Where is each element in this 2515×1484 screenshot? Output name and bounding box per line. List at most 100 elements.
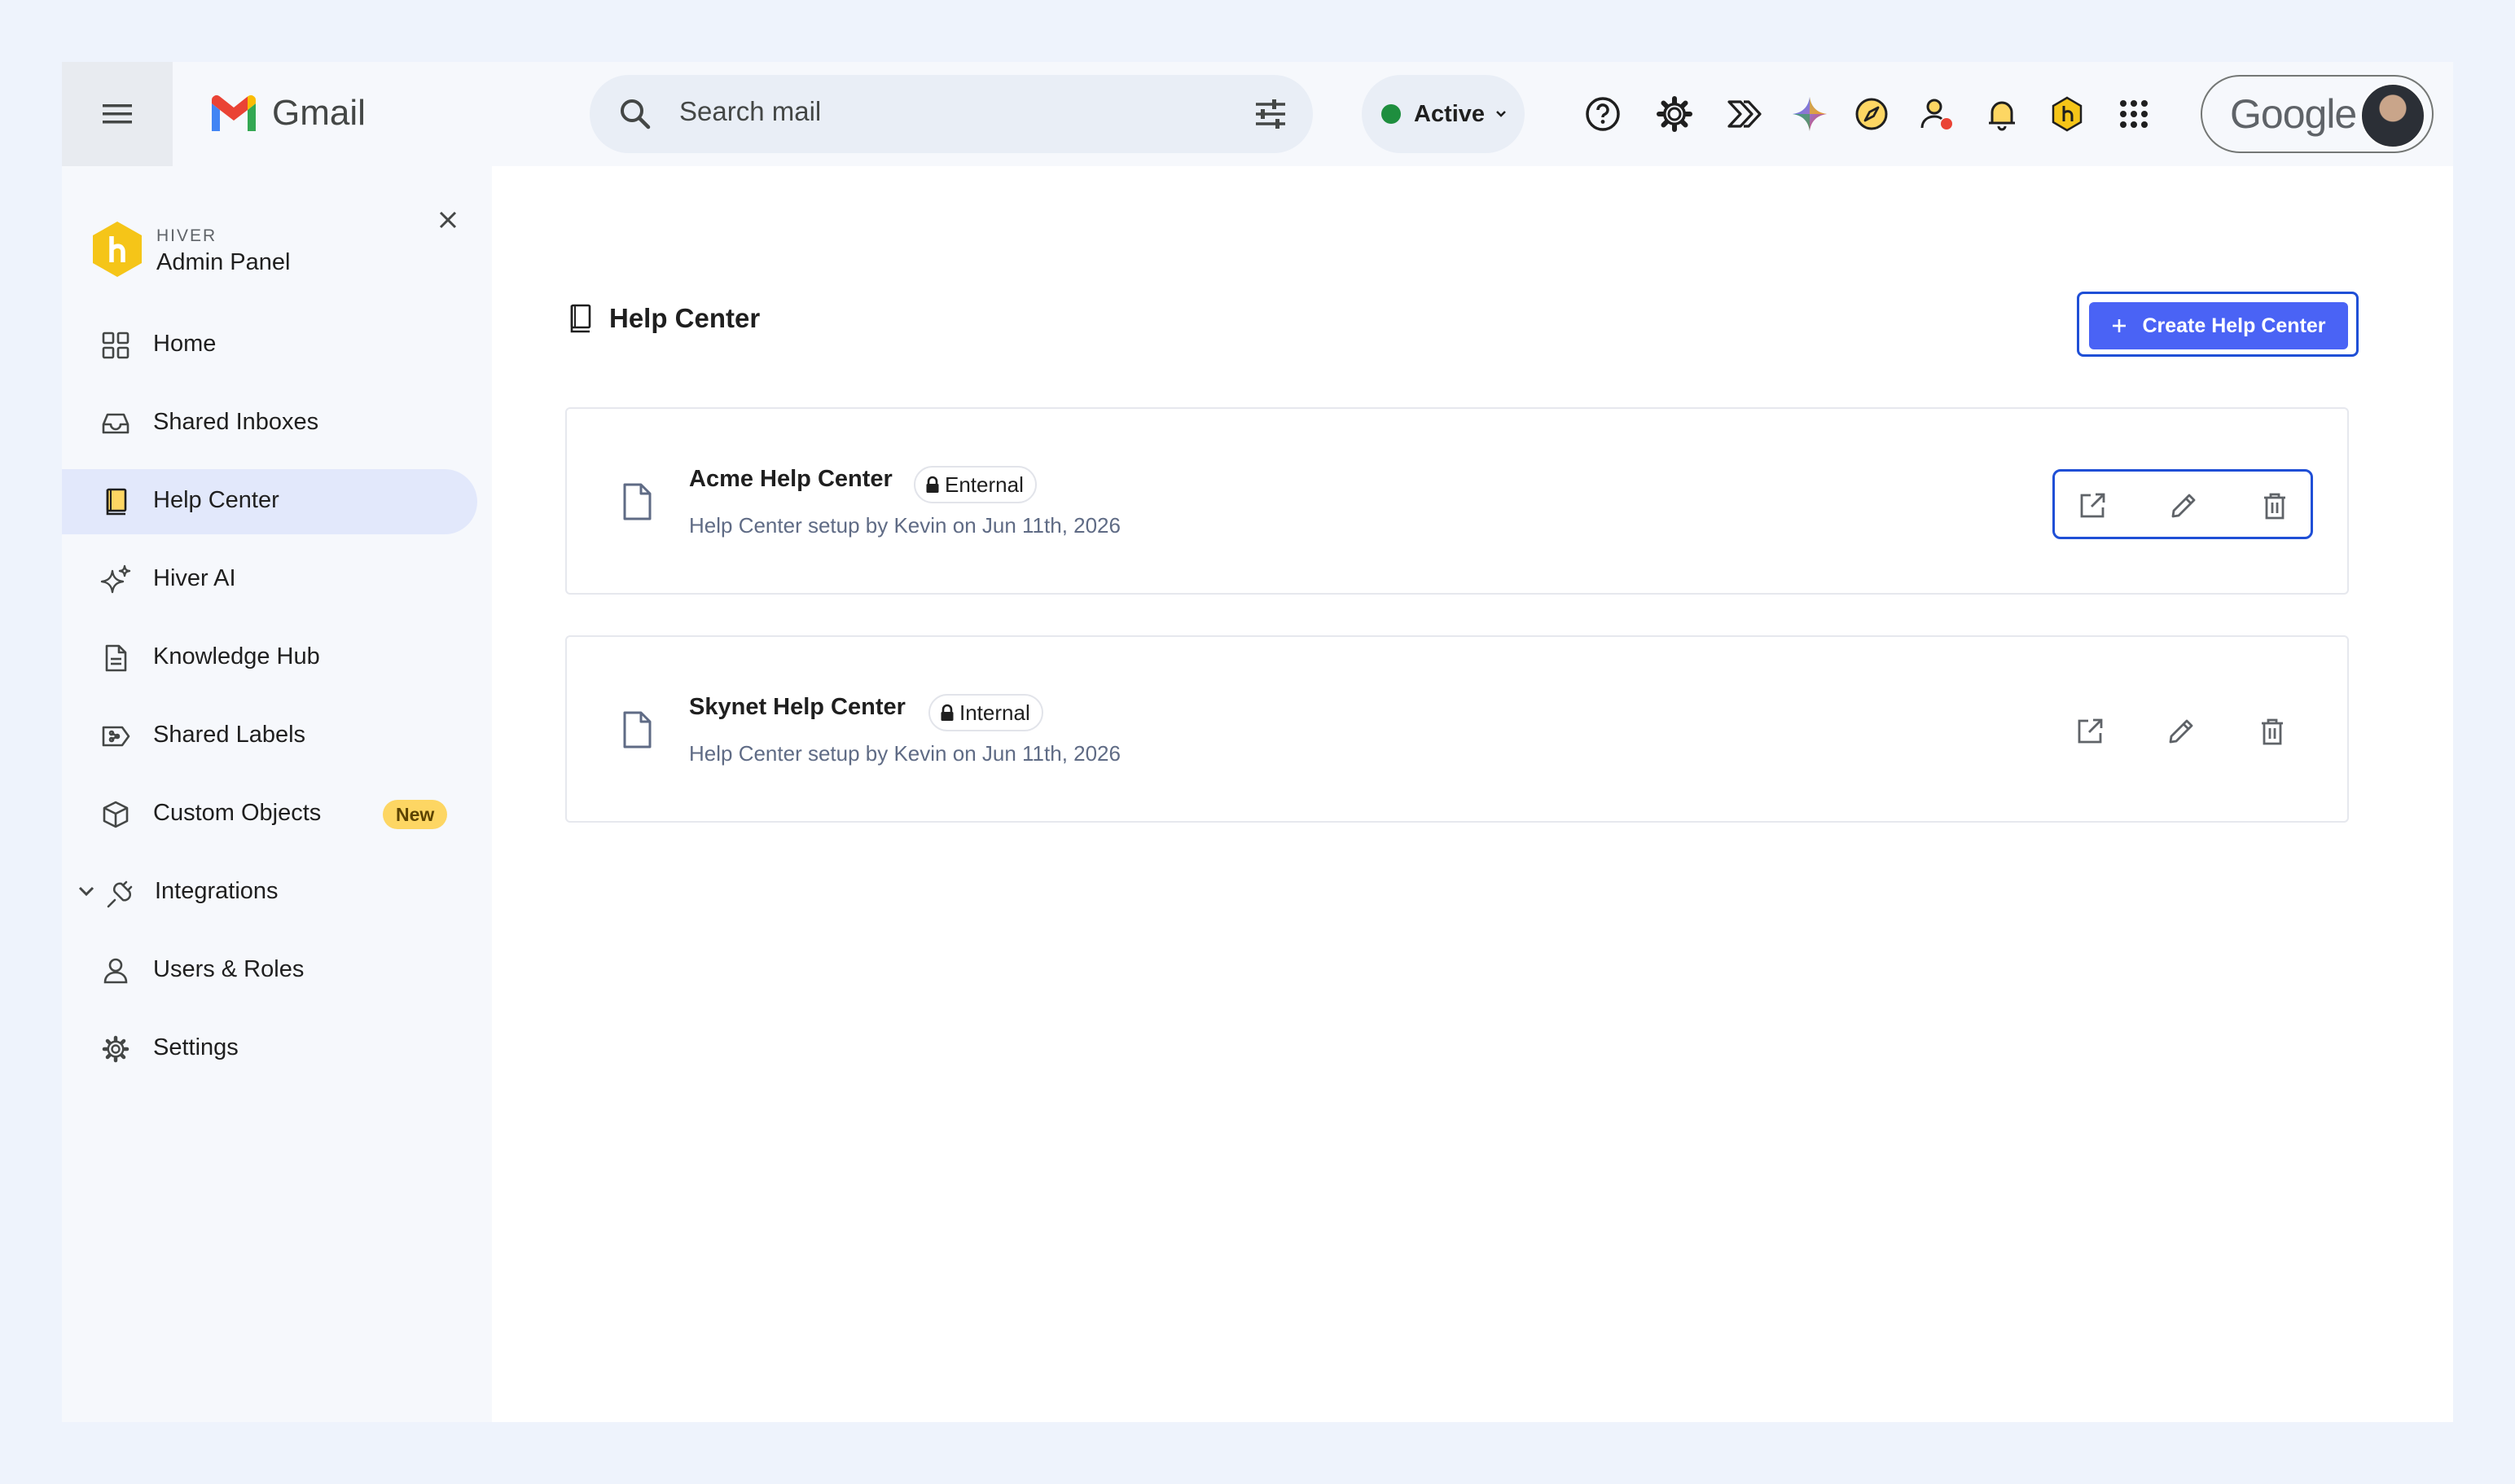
sidebar-item-label: Custom Objects xyxy=(153,800,322,826)
notifications-button[interactable] xyxy=(1981,93,2023,135)
apps-button[interactable] xyxy=(2113,93,2155,135)
sidebar-item-shared-inboxes[interactable]: Shared Inboxes xyxy=(62,391,492,456)
search-icon[interactable] xyxy=(616,94,655,134)
inbox-icon xyxy=(99,407,132,440)
compass-icon xyxy=(1855,98,1888,130)
create-help-center-label: Create Help Center xyxy=(2142,314,2326,337)
chevron-down-icon xyxy=(1496,111,1506,117)
visibility-label: Internal xyxy=(959,700,1030,725)
open-external-icon xyxy=(2078,718,2103,744)
status-selector[interactable]: Active xyxy=(1362,75,1525,153)
sidebar-item-hiver-ai[interactable]: Hiver AI xyxy=(62,547,492,612)
help-center-card[interactable]: Acme Help Center Enternal Help Center se… xyxy=(565,407,2349,595)
card-actions xyxy=(2052,469,2313,539)
gear-icon xyxy=(99,1033,132,1065)
chevron-down-icon[interactable] xyxy=(75,880,98,902)
hiver-flow-icon xyxy=(1727,100,1762,128)
main-menu-button[interactable] xyxy=(62,62,173,166)
main-content: Help Center Create Help Center Acme Help… xyxy=(492,166,2453,1422)
book-icon xyxy=(570,304,591,333)
settings-button[interactable] xyxy=(1653,93,1696,135)
user-status-icon xyxy=(1920,99,1952,130)
visibility-tag: Internal xyxy=(928,694,1043,731)
create-help-center-button[interactable]: Create Help Center xyxy=(2089,302,2348,349)
help-center-subtitle: Help Center setup by Kevin on Jun 11th, … xyxy=(689,741,1121,766)
sidebar-item-help-center[interactable]: Help Center xyxy=(62,469,477,534)
delete-button[interactable] xyxy=(2258,490,2291,522)
lock-icon xyxy=(926,476,939,493)
sidebar-item-label: Knowledge Hub xyxy=(153,643,320,670)
account-button[interactable]: Google xyxy=(2201,75,2434,153)
cube-icon xyxy=(99,798,132,831)
plus-icon xyxy=(2113,319,2127,332)
hiver-flow-button[interactable] xyxy=(1722,93,1764,135)
visibility-label: Enternal xyxy=(945,472,1024,497)
admin-sidebar: HIVER Admin Panel Home Shared Inboxes He… xyxy=(62,166,492,1422)
gmail-wordmark: Gmail xyxy=(272,93,366,133)
book-icon xyxy=(99,485,132,518)
help-button[interactable] xyxy=(1582,93,1624,135)
gemini-button[interactable] xyxy=(1789,93,1831,135)
sidebar-item-custom-objects[interactable]: Custom Objects New xyxy=(62,782,492,847)
edit-button[interactable] xyxy=(2165,715,2197,748)
sidebar-item-shared-labels[interactable]: Shared Labels xyxy=(62,704,492,769)
page-header: Help Center xyxy=(567,303,760,334)
plug-icon xyxy=(104,876,137,909)
sparkle-icon xyxy=(99,564,132,596)
bell-icon xyxy=(1989,101,2015,131)
grid-icon xyxy=(99,329,132,362)
sidebar-item-users-roles[interactable]: Users & Roles xyxy=(62,938,492,1003)
sidebar-item-knowledge-hub[interactable]: Knowledge Hub xyxy=(62,626,492,691)
search-options-icon[interactable] xyxy=(1251,94,1290,134)
sidebar-item-integrations[interactable]: Integrations xyxy=(62,860,492,925)
sidebar-nav: Home Shared Inboxes Help Center Hiver AI… xyxy=(62,313,492,1095)
hiver-button[interactable] xyxy=(2046,93,2088,135)
help-center-name[interactable]: Skynet Help Center xyxy=(689,694,906,721)
sidebar-item-label: Integrations xyxy=(155,878,279,904)
card-actions xyxy=(2052,697,2313,767)
top-bar: Gmail Search mail Active Google xyxy=(62,62,2453,166)
compass-button[interactable] xyxy=(1850,93,1893,135)
user-status-button[interactable] xyxy=(1916,93,1958,135)
gmail-logo[interactable]: Gmail xyxy=(208,93,366,134)
visibility-tag: Enternal xyxy=(914,466,1037,503)
close-icon xyxy=(439,211,457,229)
pencil-icon xyxy=(2171,494,2196,518)
delete-button[interactable] xyxy=(2256,715,2289,748)
gmail-m-icon xyxy=(212,95,256,131)
sidebar-item-label: Hiver AI xyxy=(153,565,236,591)
hiver-logo-icon xyxy=(93,222,142,277)
settings-icon xyxy=(1657,96,1692,132)
file-icon xyxy=(623,483,652,520)
page-title: Help Center xyxy=(609,303,761,333)
app-window: Gmail Search mail Active Google HIVER Ad… xyxy=(62,62,2453,1422)
lock-icon xyxy=(941,704,954,721)
pencil-icon xyxy=(2169,719,2193,744)
sidebar-item-settings[interactable]: Settings xyxy=(62,1016,492,1082)
open-external-button[interactable] xyxy=(2076,490,2109,522)
help-icon xyxy=(1586,97,1620,131)
new-badge: New xyxy=(383,800,448,829)
sidebar-item-home[interactable]: Home xyxy=(62,313,492,378)
help-center-name[interactable]: Acme Help Center xyxy=(689,466,893,493)
status-label: Active xyxy=(1414,100,1486,127)
apps-grid-icon xyxy=(2120,100,2148,128)
avatar[interactable] xyxy=(2360,83,2425,148)
help-center-card[interactable]: Skynet Help Center Internal Help Center … xyxy=(565,635,2349,823)
edit-button[interactable] xyxy=(2167,490,2200,522)
google-wordmark: Google xyxy=(2230,91,2357,137)
sidebar-item-label: Shared Inboxes xyxy=(153,409,319,435)
sidebar-item-label: Home xyxy=(153,331,217,357)
open-external-button[interactable] xyxy=(2074,715,2106,748)
brand-label: HIVER xyxy=(156,226,217,245)
search-input[interactable]: Search mail xyxy=(679,96,821,127)
close-panel-button[interactable] xyxy=(430,202,466,238)
document-icon xyxy=(99,642,132,674)
person-icon xyxy=(99,955,132,987)
sidebar-item-label: Shared Labels xyxy=(153,722,306,748)
help-center-subtitle: Help Center setup by Kevin on Jun 11th, … xyxy=(689,513,1121,538)
sidebar-item-label: Users & Roles xyxy=(153,956,305,982)
hiver-icon xyxy=(2052,96,2083,132)
search-bar[interactable]: Search mail xyxy=(590,75,1313,153)
trash-icon xyxy=(2264,493,2285,520)
